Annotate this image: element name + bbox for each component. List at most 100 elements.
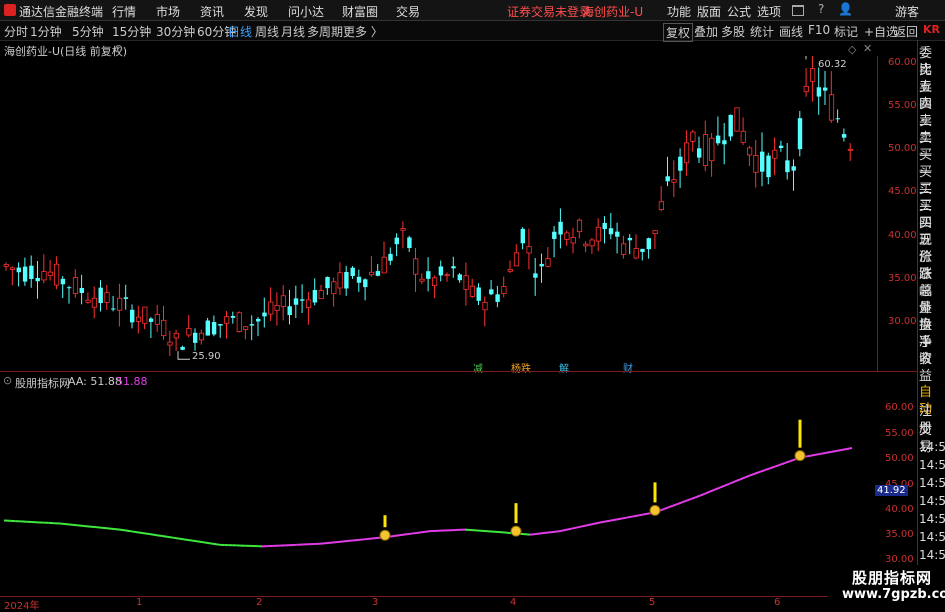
indicator-line-segment (805, 456, 810, 457)
indicator-line-segment (144, 533, 150, 534)
menu-wealth[interactable]: 财富圈 (342, 3, 378, 20)
watermark-line2: www.7gpzb.com (842, 587, 945, 602)
candle-body (136, 317, 140, 321)
trade-login-notice[interactable]: 证券交易未登录 (507, 3, 591, 20)
period-weekly[interactable]: 周线 (255, 23, 279, 40)
indicator-line-segment (710, 490, 715, 492)
candle-body (810, 69, 814, 82)
tool-mark[interactable]: 标记 (832, 23, 860, 40)
indicator-line-segment (421, 532, 426, 533)
settings-diamond-icon[interactable]: ◇ (848, 43, 856, 56)
menu-bar: 通达信金融终端 行情 市场 资讯 发现 问小达 财富圈 交易 证券交易未登录 海… (0, 0, 945, 21)
window-icon[interactable] (792, 5, 804, 16)
indicator-line-segment (755, 472, 760, 474)
indicator-chart[interactable] (0, 386, 880, 596)
candle-body (766, 156, 770, 178)
candle-body (237, 313, 241, 332)
close-panel-icon[interactable]: ✕ (863, 42, 872, 55)
period-monthly[interactable]: 月线 (281, 23, 305, 40)
candle-body (747, 148, 751, 155)
candle-body (73, 277, 77, 293)
money-bag-icon (795, 451, 805, 461)
indicator-line-segment (426, 531, 431, 532)
indicator-line-segment (114, 529, 120, 530)
candle-body (817, 87, 821, 96)
menu-discover[interactable]: 发现 (244, 3, 268, 20)
main-y-tick: 30.00 (888, 316, 917, 327)
candle-body (779, 146, 783, 148)
top-right-badge: KR (923, 23, 940, 36)
period-intraday[interactable]: 分时 (4, 23, 28, 40)
period-multi[interactable]: 多周期 (307, 23, 343, 40)
menu-news[interactable]: 资讯 (200, 3, 224, 20)
indicator-line-segment (745, 475, 750, 477)
buy-signal-bar (515, 503, 518, 523)
indicator-line-segment (333, 542, 340, 543)
candle-body (363, 279, 367, 287)
help-icon[interactable]: ? (818, 2, 824, 16)
indicator-line-segment (836, 450, 841, 451)
indicator-line-segment (735, 479, 740, 481)
candlestick-chart[interactable] (0, 56, 880, 361)
indicator-line-segment (184, 539, 188, 540)
menu-market[interactable]: 市场 (156, 3, 180, 20)
tool-back[interactable]: 返回 (892, 23, 920, 40)
period-15min[interactable]: 15分钟 (112, 23, 151, 40)
menu-ask[interactable]: 问小达 (288, 3, 324, 20)
candle-body (540, 264, 544, 267)
candle-body (477, 287, 481, 300)
tool-stats[interactable]: 统计 (748, 23, 776, 40)
candle-body (212, 322, 216, 334)
menu-formula[interactable]: 公式 (727, 3, 751, 20)
candle-body (590, 240, 594, 246)
indicator-line-segment (691, 497, 696, 499)
candle-body (250, 324, 254, 325)
candle-body (256, 319, 260, 321)
candle-body (439, 266, 443, 275)
candle-body (710, 138, 714, 160)
low-marker (178, 351, 190, 359)
tool-f10[interactable]: F10 (806, 23, 832, 37)
indicator-line-segment (780, 463, 785, 465)
indicator-line-segment (417, 532, 422, 533)
user-label[interactable]: 游客 (895, 3, 919, 20)
tool-adjust[interactable]: 复权 (663, 23, 693, 42)
indicator-line-segment (750, 474, 755, 476)
candle-body (836, 118, 840, 119)
high-marker (806, 56, 816, 59)
candle-body (577, 220, 581, 232)
candle-body (10, 268, 14, 270)
period-1min[interactable]: 1分钟 (30, 23, 62, 40)
candle-body (678, 157, 682, 171)
period-30min[interactable]: 30分钟 (156, 23, 195, 40)
indicator-line-segment (842, 449, 847, 450)
candle-body (842, 134, 846, 138)
tool-overlay[interactable]: 叠加 (692, 23, 720, 40)
chart-options-icon[interactable]: ⊙ (114, 42, 123, 55)
indicator-line-segment (664, 507, 669, 509)
candle-body (42, 272, 46, 280)
candle-body (691, 132, 695, 141)
indicator-line-segment (678, 502, 683, 504)
menu-layout[interactable]: 版面 (697, 3, 721, 20)
period-more[interactable]: 更多 〉 (343, 23, 383, 40)
candle-body (621, 244, 625, 255)
candle-body (54, 264, 58, 285)
tool-draw[interactable]: 画线 (777, 23, 805, 40)
period-5min[interactable]: 5分钟 (72, 23, 104, 40)
indicator-line-segment (78, 525, 84, 526)
indicator-line-segment (821, 453, 826, 454)
menu-functions[interactable]: 功能 (667, 3, 691, 20)
candle-body (288, 306, 292, 315)
indicator-line-segment (180, 539, 184, 540)
menu-quotes[interactable]: 行情 (112, 3, 136, 20)
candle-body (193, 333, 197, 343)
menu-options[interactable]: 选项 (757, 3, 781, 20)
period-daily[interactable]: 日线 (228, 23, 252, 40)
user-icon[interactable]: 👤 (838, 2, 853, 16)
indicator-y-tick: 35.00 (885, 529, 914, 540)
menu-trade[interactable]: 交易 (396, 3, 420, 20)
tool-multi-stock[interactable]: 多股 (719, 23, 747, 40)
candle-body (527, 247, 531, 253)
indicator-line-segment (600, 522, 606, 523)
